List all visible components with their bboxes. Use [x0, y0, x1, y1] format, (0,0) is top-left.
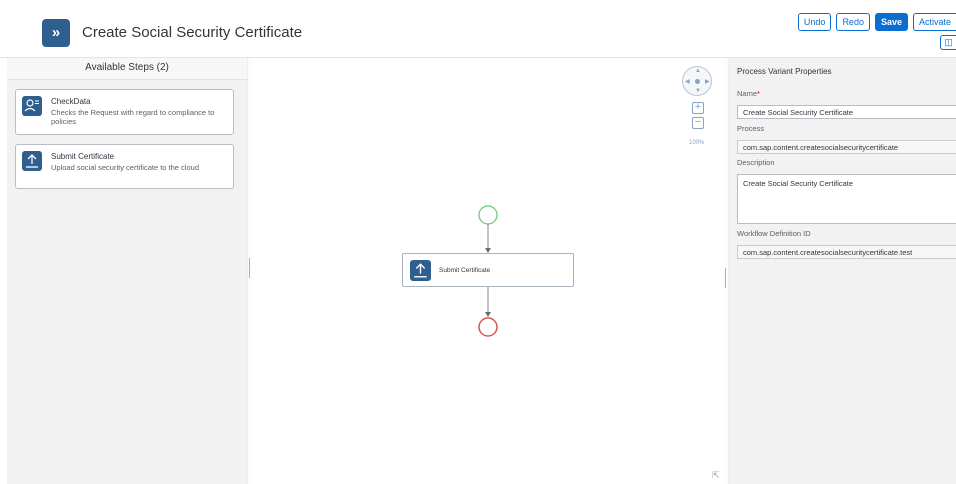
double-chevron-right-icon[interactable]: » — [42, 19, 70, 47]
zoom-out-icon[interactable]: − — [692, 117, 704, 129]
page-header: » Create Social Security Certificate Und… — [0, 0, 956, 58]
pan-up-icon[interactable]: ▲ — [695, 68, 701, 74]
properties-title: Process Variant Properties — [737, 67, 832, 76]
start-event — [478, 205, 498, 225]
page-title: Create Social Security Certificate — [82, 24, 303, 41]
splitter-grip[interactable] — [725, 268, 726, 288]
splitter-grip[interactable] — [249, 258, 250, 278]
available-steps-panel: Available Steps (2) CheckData Checks the… — [7, 58, 247, 484]
properties-panel: Process Variant Properties Name* Process… — [729, 58, 956, 484]
redo-button[interactable]: Redo — [836, 13, 870, 31]
step-name: CheckData — [51, 97, 91, 106]
zoom-in-icon[interactable]: + — [692, 102, 704, 114]
required-marker: * — [757, 89, 760, 98]
undo-button[interactable]: Undo — [797, 13, 832, 31]
name-label-text: Name — [737, 89, 758, 98]
step-name: Submit Certificate — [51, 152, 115, 161]
upload-icon — [410, 260, 431, 281]
description-label: Description — [737, 158, 775, 167]
workflow-definition-input[interactable] — [737, 245, 956, 259]
process-label: Process — [737, 124, 765, 133]
upload-icon — [22, 151, 42, 171]
task-label: Submit Certificate — [439, 267, 491, 274]
end-event — [478, 317, 498, 337]
process-input[interactable] — [737, 140, 956, 154]
user-check-icon — [22, 96, 42, 116]
connector-arrow-task-end — [485, 312, 491, 317]
pan-center-icon[interactable] — [695, 79, 700, 84]
workflow-canvas[interactable]: ▲ ▼ ◀ ▶ + − 100% Submit Certificate ⇱ — [252, 58, 724, 484]
toolbar: Undo Redo Save Activate — [797, 13, 956, 31]
pan-left-icon[interactable]: ◀ — [685, 78, 690, 85]
available-steps-title: Available Steps (2) — [7, 58, 247, 80]
zoom-level: 100% — [689, 140, 705, 146]
activate-button[interactable]: Activate — [912, 13, 956, 31]
step-description: Checks the Request with regard to compli… — [51, 108, 215, 126]
step-card-checkdata[interactable]: CheckData Checks the Request with regard… — [15, 89, 234, 135]
name-input[interactable] — [737, 105, 956, 119]
step-description: Upload social security certificate to th… — [51, 163, 199, 172]
save-button[interactable]: Save — [874, 13, 908, 31]
navigation-pad[interactable]: ▲ ▼ ◀ ▶ — [682, 66, 712, 96]
pan-down-icon[interactable]: ▼ — [695, 88, 701, 94]
task-submit-certificate[interactable]: Submit Certificate — [402, 253, 574, 287]
name-label: Name* — [737, 89, 760, 98]
description-textarea[interactable]: Create Social Security Certificate — [737, 174, 956, 224]
step-card-submit-certificate[interactable]: Submit Certificate Upload social securit… — [15, 144, 234, 189]
pan-right-icon[interactable]: ▶ — [705, 78, 710, 85]
fit-to-screen-icon[interactable]: ⇱ — [712, 470, 720, 481]
side-panel-toggle-icon[interactable]: ◫ — [940, 35, 956, 50]
workflow-definition-label: Workflow Definition ID — [737, 229, 811, 238]
